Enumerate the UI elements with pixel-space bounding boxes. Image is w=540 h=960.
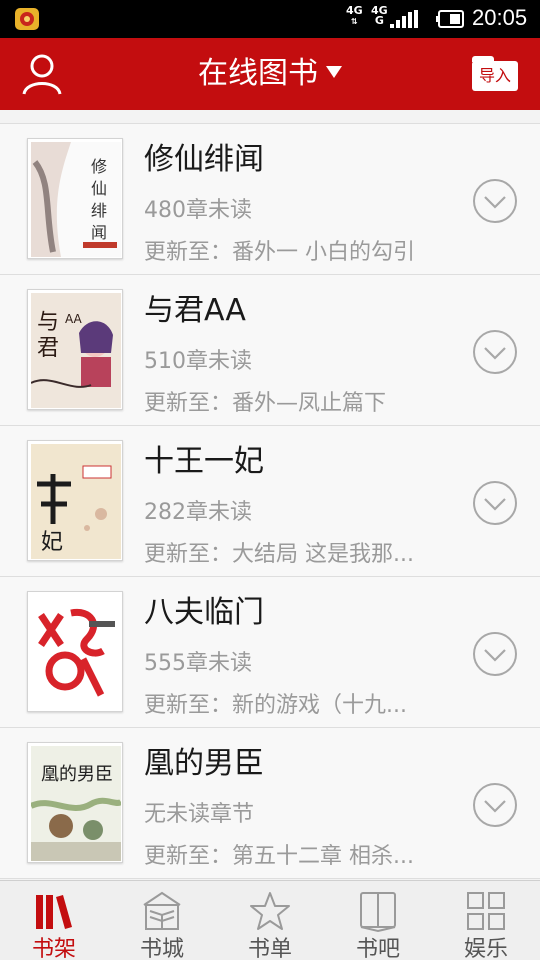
- star-icon: [250, 892, 290, 930]
- tab-bookstore[interactable]: 书城: [108, 881, 216, 960]
- list-top-spacer: [0, 110, 540, 124]
- tab-label: 书单: [247, 937, 292, 960]
- clock: 20:05: [472, 5, 528, 30]
- svg-text:君: 君: [37, 336, 59, 361]
- latest-update: 更新至：第五十二章 相杀...: [144, 844, 414, 869]
- tab-booklist[interactable]: 书单: [216, 881, 324, 960]
- book-cover[interactable]: 妃: [27, 440, 123, 561]
- import-label: 导入: [472, 61, 518, 91]
- tab-label: 书架: [31, 937, 76, 960]
- book-title: 与君AA: [144, 293, 246, 328]
- latest-update: 更新至：新的游戏（十九...: [144, 693, 407, 718]
- chevron-down-icon[interactable]: [472, 782, 518, 828]
- latest-update: 更新至：番外一 小白的勾引: [144, 240, 415, 265]
- svg-text:与: 与: [37, 310, 59, 335]
- book-row[interactable]: 妃 十王一妃 282章未读 更新至：大结局 这是我那...: [0, 426, 540, 577]
- network-indicator-2: 4G G: [371, 4, 388, 27]
- svg-text:修: 修: [91, 157, 107, 176]
- book-title: 八夫临门: [144, 595, 264, 630]
- page-title-dropdown[interactable]: 在线图书: [0, 38, 540, 110]
- book-title: 十王一妃: [144, 444, 264, 479]
- caret-down-icon: [326, 65, 342, 78]
- chevron-down-icon[interactable]: [472, 178, 518, 224]
- book-cover[interactable]: 凰的男臣: [27, 742, 123, 863]
- book-row[interactable]: 与 君 AA 与君AA 510章未读 更新至：番外—凤止篇下: [0, 275, 540, 426]
- unread-count: 282章未读: [144, 500, 252, 525]
- book-row[interactable]: 八夫临门 555章未读 更新至：新的游戏（十九...: [0, 577, 540, 728]
- latest-update: 更新至：番外—凤止篇下: [144, 391, 387, 416]
- book-title: 凰的男臣: [144, 746, 264, 781]
- page-title: 在线图书: [198, 56, 318, 91]
- tab-label: 书城: [139, 937, 184, 960]
- chevron-down-icon[interactable]: [472, 631, 518, 677]
- grid-icon: [467, 892, 505, 930]
- book-cover[interactable]: 与 君 AA: [27, 289, 123, 410]
- import-button[interactable]: 导入: [472, 56, 518, 92]
- book-row[interactable]: 凰的男臣 凰的男臣 无未读章节 更新至：第五十二章 相杀...: [0, 728, 540, 879]
- bottom-nav: 书架 书城 书单 书吧 娱乐: [0, 880, 540, 960]
- book-title: 修仙绯闻: [144, 142, 264, 177]
- tab-forum[interactable]: 书吧: [324, 881, 432, 960]
- latest-update: 更新至：大结局 这是我那...: [144, 542, 414, 567]
- status-bar: 4G ⇅ 4G G 20:05: [0, 0, 540, 38]
- svg-text:绯: 绯: [91, 201, 107, 220]
- title-bar: 在线图书 导入: [0, 38, 540, 110]
- book-list: 修 仙 绯 闻 修仙绯闻 480章未读 更新至：番外一 小白的勾引 与 君 AA: [0, 110, 540, 880]
- app-notification-icon: [15, 8, 39, 30]
- book-cover[interactable]: 修 仙 绯 闻: [27, 138, 123, 259]
- unread-count: 480章未读: [144, 198, 252, 223]
- svg-text:AA: AA: [65, 312, 83, 326]
- tab-bookshelf[interactable]: 书架: [0, 881, 108, 960]
- signal-bars-icon: [390, 10, 418, 28]
- tab-entertainment[interactable]: 娱乐: [432, 881, 540, 960]
- bookstore-icon: [143, 891, 181, 930]
- svg-text:闻: 闻: [91, 223, 107, 242]
- tab-label: 娱乐: [463, 937, 508, 960]
- book-cover[interactable]: [27, 591, 123, 712]
- unread-count: 无未读章节: [144, 802, 255, 827]
- network-indicator-1: 4G ⇅: [346, 4, 363, 26]
- unread-count: 510章未读: [144, 349, 252, 374]
- svg-text:妃: 妃: [41, 530, 63, 555]
- tab-label: 书吧: [355, 937, 400, 960]
- book-row[interactable]: 修 仙 绯 闻 修仙绯闻 480章未读 更新至：番外一 小白的勾引: [0, 124, 540, 275]
- chevron-down-icon[interactable]: [472, 480, 518, 526]
- unread-count: 555章未读: [144, 651, 252, 676]
- battery-icon: [436, 10, 464, 28]
- open-book-icon: [360, 892, 396, 933]
- svg-text:凰的男臣: 凰的男臣: [41, 764, 113, 785]
- chevron-down-icon[interactable]: [472, 329, 518, 375]
- svg-text:仙: 仙: [91, 179, 107, 198]
- bookshelf-icon: [36, 895, 72, 929]
